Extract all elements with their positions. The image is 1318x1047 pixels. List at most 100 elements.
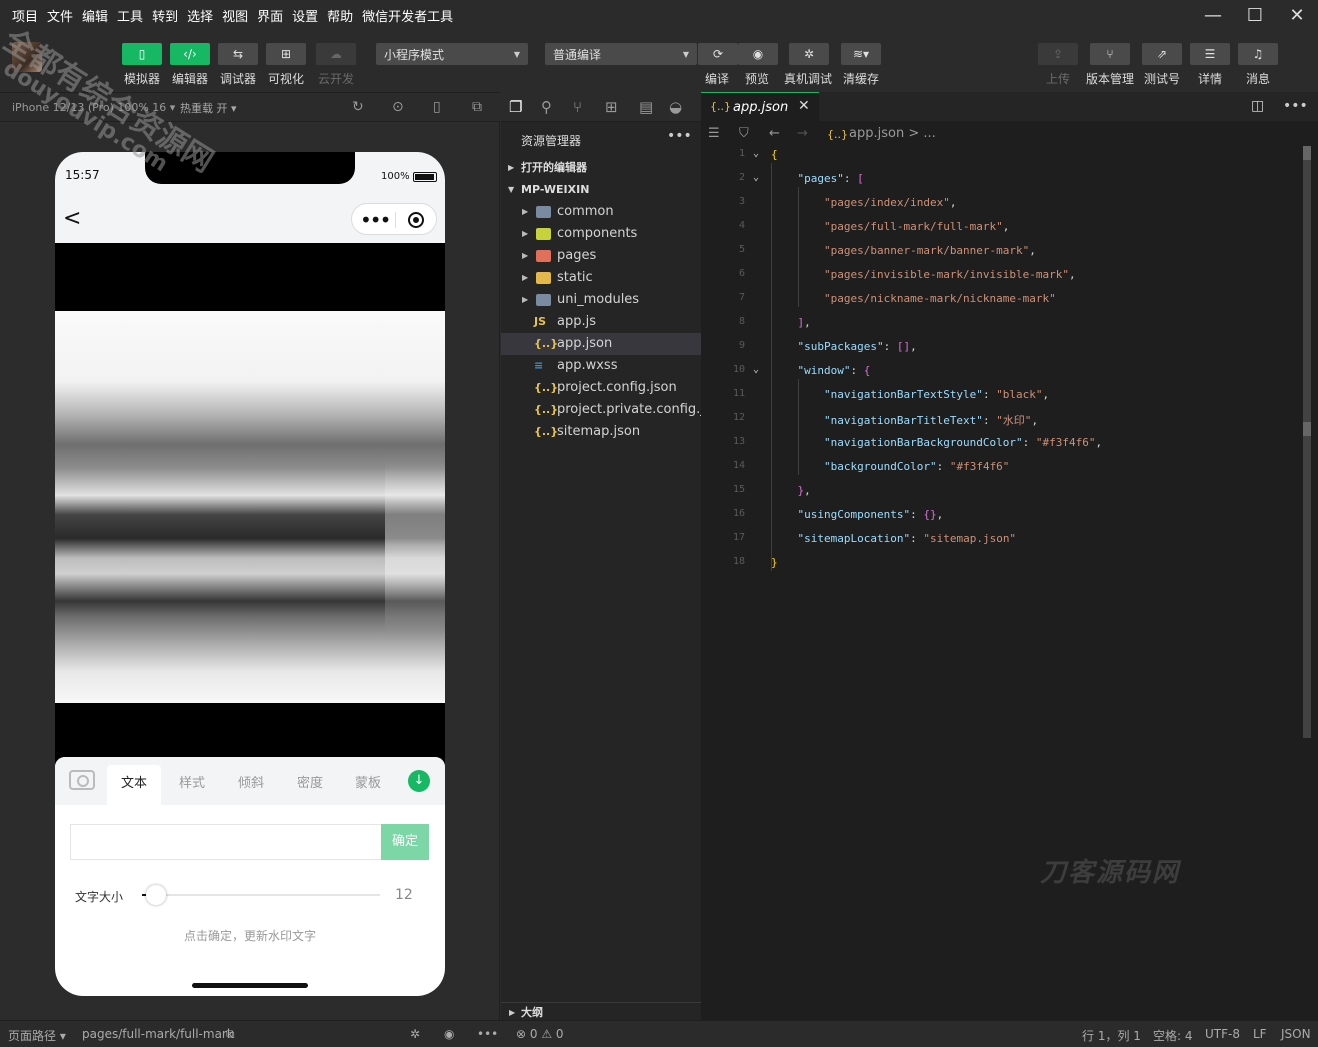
tab-mask[interactable]: 蒙板: [355, 772, 381, 791]
file-tree-item[interactable]: {..} project.config.json: [501, 377, 701, 399]
minimize-icon[interactable]: —: [1192, 0, 1234, 30]
mode-select[interactable]: 小程序模式 ▼: [376, 43, 528, 65]
page-path[interactable]: pages/full-mark/full-mark: [82, 1027, 234, 1041]
file-tree-item[interactable]: ▶ uni_modules: [501, 289, 701, 311]
line-ending[interactable]: LF: [1253, 1027, 1267, 1041]
menu-tools[interactable]: 工具: [117, 6, 143, 25]
preview-button[interactable]: ◉: [738, 43, 778, 65]
file-tree-item[interactable]: JS app.js: [501, 311, 701, 333]
watermark-text-input[interactable]: [70, 824, 382, 860]
copy-icon[interactable]: ⧉: [226, 1027, 235, 1042]
encoding[interactable]: UTF-8: [1205, 1027, 1240, 1041]
code-token: {: [771, 148, 778, 161]
menu-settings[interactable]: 设置: [292, 6, 318, 25]
version-button[interactable]: ⑂: [1090, 43, 1130, 65]
page-path-dropdown[interactable]: 页面路径 ▾: [8, 1027, 66, 1044]
file-tree-item[interactable]: {..} sitemap.json: [501, 421, 701, 443]
tab-text[interactable]: 文本: [107, 765, 162, 805]
problems-indicator[interactable]: ⊗ 0 ⚠ 0: [516, 1027, 564, 1041]
compile-button[interactable]: ⟳: [698, 43, 738, 65]
files-icon[interactable]: ❐: [509, 98, 522, 116]
remote-debug-button[interactable]: ✲: [789, 43, 829, 65]
clear-cache-button[interactable]: ≋▾: [841, 43, 881, 65]
download-icon[interactable]: ↓: [408, 770, 430, 792]
simulator-toggle-button[interactable]: ▯: [122, 43, 162, 65]
tab-density[interactable]: 密度: [297, 772, 323, 791]
file-name: app.js: [557, 314, 596, 329]
back-arrow-icon[interactable]: <: [63, 206, 81, 231]
fold-chevron-icon[interactable]: ⌄: [753, 172, 759, 183]
editor-scrollbar[interactable]: [1303, 146, 1311, 738]
file-tree-item[interactable]: {..}project.private.config.js...: [501, 399, 701, 421]
eye-icon[interactable]: ◉: [444, 1027, 454, 1041]
tab-style[interactable]: 样式: [179, 772, 205, 791]
rotate-icon[interactable]: ↻: [352, 99, 364, 115]
popout-icon[interactable]: ⧉: [472, 99, 482, 115]
menu-wechat-devtools[interactable]: 微信开发者工具: [362, 6, 453, 25]
more-dots-icon[interactable]: •••: [360, 208, 391, 232]
font-size-slider-thumb[interactable]: [146, 885, 167, 905]
search-icon[interactable]: ⚲: [541, 98, 552, 116]
open-editors-section[interactable]: ▶ 打开的编辑器: [501, 157, 701, 179]
upload-button[interactable]: ⇪: [1038, 43, 1078, 65]
language-mode[interactable]: JSON: [1281, 1027, 1311, 1041]
more-dots-icon[interactable]: •••: [477, 1027, 498, 1041]
menu-interface[interactable]: 界面: [257, 6, 283, 25]
menu-view[interactable]: 视图: [222, 6, 248, 25]
file-tree-item[interactable]: ▶ components: [501, 223, 701, 245]
more-actions-icon[interactable]: •••: [1283, 98, 1308, 114]
code-editor[interactable]: 1 ⌄{2 ⌄ "pages": [3 "pages/index/index", 4 …: [701, 146, 1318, 1022]
menu-bar: 项目 文件 编辑 工具 转到 选择 视图 界面 设置 帮助 微信开发者工具 — …: [0, 0, 1318, 30]
fold-chevron-icon[interactable]: ⌄: [753, 364, 759, 375]
bookmark-icon[interactable]: ⛉: [739, 126, 749, 141]
bug-icon[interactable]: ✲: [410, 1027, 420, 1041]
confirm-button[interactable]: 确定: [381, 824, 429, 860]
editor-tab-label: app.json: [733, 100, 789, 115]
split-editor-icon[interactable]: ◫: [1251, 98, 1264, 114]
editor-toggle-button[interactable]: ‹/›: [170, 43, 210, 65]
font-size-slider-track[interactable]: [142, 894, 380, 896]
file-tree-item[interactable]: ≡ app.wxss: [501, 355, 701, 377]
camera-icon[interactable]: [69, 770, 95, 790]
cloud-button[interactable]: ☁: [316, 43, 356, 65]
visual-toggle-button[interactable]: ⊞: [266, 43, 306, 65]
outline-section[interactable]: ▶ 大纲: [501, 1002, 701, 1022]
more-actions-icon[interactable]: •••: [667, 128, 692, 144]
compile-select[interactable]: 普通编译 ▼: [545, 43, 697, 65]
project-section[interactable]: ▼ MP-WEIXIN: [501, 179, 701, 201]
menu-select[interactable]: 选择: [187, 6, 213, 25]
menu-edit[interactable]: 编辑: [82, 6, 108, 25]
extensions-icon[interactable]: ⊞: [605, 98, 618, 116]
hot-reload-toggle[interactable]: 热重载 开 ▾: [180, 100, 237, 116]
menu-file[interactable]: 文件: [47, 6, 73, 25]
details-button[interactable]: ☰: [1190, 43, 1230, 65]
list-icon[interactable]: ☰: [708, 126, 720, 141]
breadcrumb[interactable]: app.json > ...: [849, 126, 936, 141]
phone-icon[interactable]: ▯: [433, 99, 441, 115]
forward-arrow-icon[interactable]: →: [797, 126, 808, 141]
test-account-button[interactable]: ⇗: [1142, 43, 1182, 65]
docker-icon[interactable]: ◒: [669, 98, 682, 116]
file-tree-item[interactable]: ▶ common: [501, 201, 701, 223]
file-tree-item[interactable]: ▶ static: [501, 267, 701, 289]
back-arrow-icon[interactable]: ←: [769, 126, 780, 141]
maximize-icon[interactable]: ☐: [1234, 0, 1276, 30]
tab-tilt[interactable]: 倾斜: [238, 772, 264, 791]
menu-goto[interactable]: 转到: [152, 6, 178, 25]
cursor-position[interactable]: 行 1，列 1: [1082, 1027, 1141, 1044]
source-control-icon[interactable]: ⑂: [573, 98, 582, 116]
eye-icon: ◉: [752, 47, 764, 61]
close-circle-icon[interactable]: [408, 212, 424, 228]
editor-tab-app-json[interactable]: {..} app.json ✕: [701, 92, 819, 122]
indent-setting[interactable]: 空格: 4: [1153, 1027, 1193, 1044]
close-tab-icon[interactable]: ✕: [798, 98, 810, 114]
fold-chevron-icon[interactable]: ⌄: [753, 148, 759, 159]
file-tree-item[interactable]: {..} app.json: [501, 333, 701, 355]
file-tree-item[interactable]: ▶ pages: [501, 245, 701, 267]
messages-button[interactable]: ♫: [1238, 43, 1278, 65]
stop-icon[interactable]: ⊙: [392, 99, 404, 115]
close-icon[interactable]: ✕: [1276, 0, 1318, 30]
panel-icon[interactable]: ▤: [639, 98, 653, 116]
menu-help[interactable]: 帮助: [327, 6, 353, 25]
debugger-toggle-button[interactable]: ⇆: [218, 43, 258, 65]
